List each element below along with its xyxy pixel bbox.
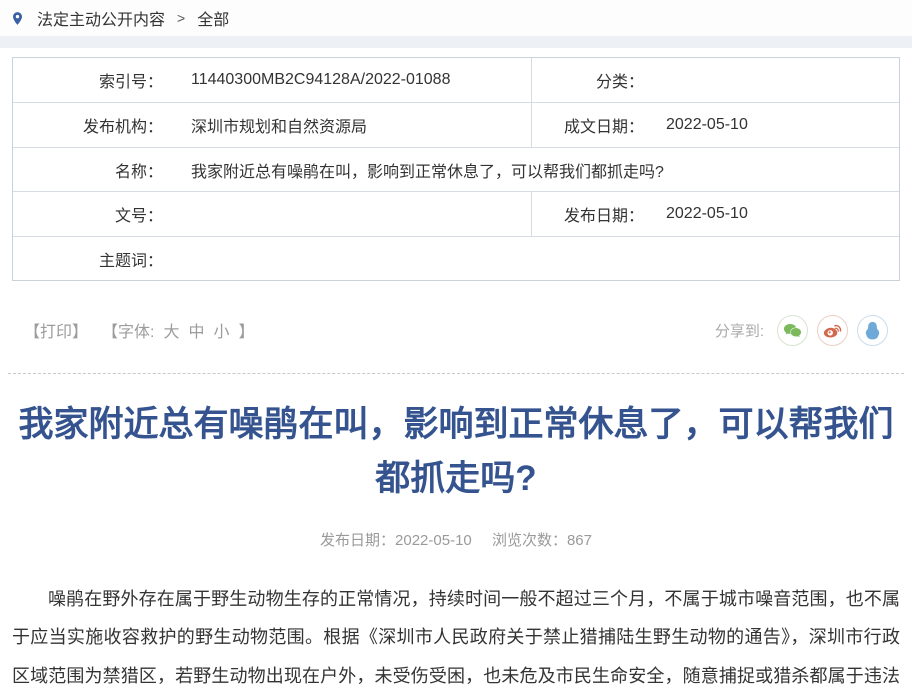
share-wechat-button[interactable] [777,315,808,346]
share-label: 分享到: [715,320,764,341]
meta-views-label: 浏览次数： [492,532,567,549]
share-qq-button[interactable] [857,315,888,346]
title-row-label: 名称： [13,158,163,182]
publish-date-value: 2022-05-10 [644,205,748,223]
qq-penguin-icon [862,320,883,341]
font-group-label-close: 】 [239,318,255,342]
share-weibo-button[interactable] [817,315,848,346]
breadcrumb: 法定主动公开内容 > 全部 [0,0,912,36]
keywords-label: 主题词： [13,247,163,271]
cell-category: 分类： [531,58,899,102]
issue-date-value: 2022-05-10 [644,116,748,134]
table-row: 名称： 我家附近总有噪鹃在叫，影响到正常休息了，可以帮我们都抓走吗? [13,147,899,191]
toolbar: 【打印】 【字体: 大 中 小 】 分享到: [0,313,912,347]
index-number-label: 索引号： [13,68,163,92]
category-label: 分类： [532,68,644,92]
header-strip [0,36,912,48]
font-size-medium-button[interactable]: 中 [188,318,204,342]
meta-publish-date-label: 发布日期： [320,532,395,549]
table-row: 索引号： 11440300MB2C94128A/2022-01088 分类： [13,58,899,102]
font-size-small-button[interactable]: 小 [214,318,230,342]
cell-publisher: 发布机构： 深圳市规划和自然资源局 [13,103,531,147]
share-box: 分享到: [715,315,888,346]
cell-issue-date: 成文日期： 2022-05-10 [531,103,899,147]
document-info-table: 索引号： 11440300MB2C94128A/2022-01088 分类： 发… [12,57,900,281]
wechat-icon [782,320,803,341]
article-body: 噪鹃在野外存在属于野生动物生存的正常情况，持续时间一般不超过三个月，不属于城市噪… [12,580,900,694]
meta-views: 浏览次数：867 [492,532,592,549]
publish-date-label: 发布日期： [532,202,644,226]
doc-number-label: 文号： [13,202,163,226]
publisher-label: 发布机构： [13,113,163,137]
cell-doc-number: 文号： [13,192,531,236]
section-divider [8,373,904,374]
issue-date-label: 成文日期： [532,113,644,137]
breadcrumb-current[interactable]: 全部 [197,6,229,30]
breadcrumb-separator: > [177,10,185,26]
meta-publish-date-value: 2022-05-10 [395,532,472,549]
font-group-label: 【字体: [102,318,154,342]
font-size-large-button[interactable]: 大 [163,318,179,342]
meta-publish-date: 发布日期：2022-05-10 [320,532,472,549]
toolbar-left: 【打印】 【字体: 大 中 小 】 [24,318,255,342]
cell-index-number: 索引号： 11440300MB2C94128A/2022-01088 [13,58,531,102]
table-row: 发布机构： 深圳市规划和自然资源局 成文日期： 2022-05-10 [13,102,899,147]
title-row-value: 我家附近总有噪鹃在叫，影响到正常休息了，可以帮我们都抓走吗? [163,158,899,182]
page-title: 我家附近总有噪鹃在叫，影响到正常休息了，可以帮我们都抓走吗? [10,398,902,507]
print-button[interactable]: 【打印】 [24,318,88,342]
page: 法定主动公开内容 > 全部 索引号： 11440300MB2C94128A/20… [0,0,912,694]
publisher-value: 深圳市规划和自然资源局 [163,113,367,137]
article-meta: 发布日期：2022-05-10 浏览次数：867 [0,529,912,550]
location-pin-icon [10,10,25,27]
breadcrumb-section-link[interactable]: 法定主动公开内容 [37,6,165,30]
table-row: 主题词： [13,236,899,280]
meta-views-value: 867 [567,532,592,549]
font-size-group: 【字体: 大 中 小 】 [102,318,255,342]
table-row: 文号： 发布日期： 2022-05-10 [13,191,899,236]
weibo-icon [822,320,843,341]
cell-publish-date: 发布日期： 2022-05-10 [531,192,899,236]
index-number-value: 11440300MB2C94128A/2022-01088 [163,71,450,89]
